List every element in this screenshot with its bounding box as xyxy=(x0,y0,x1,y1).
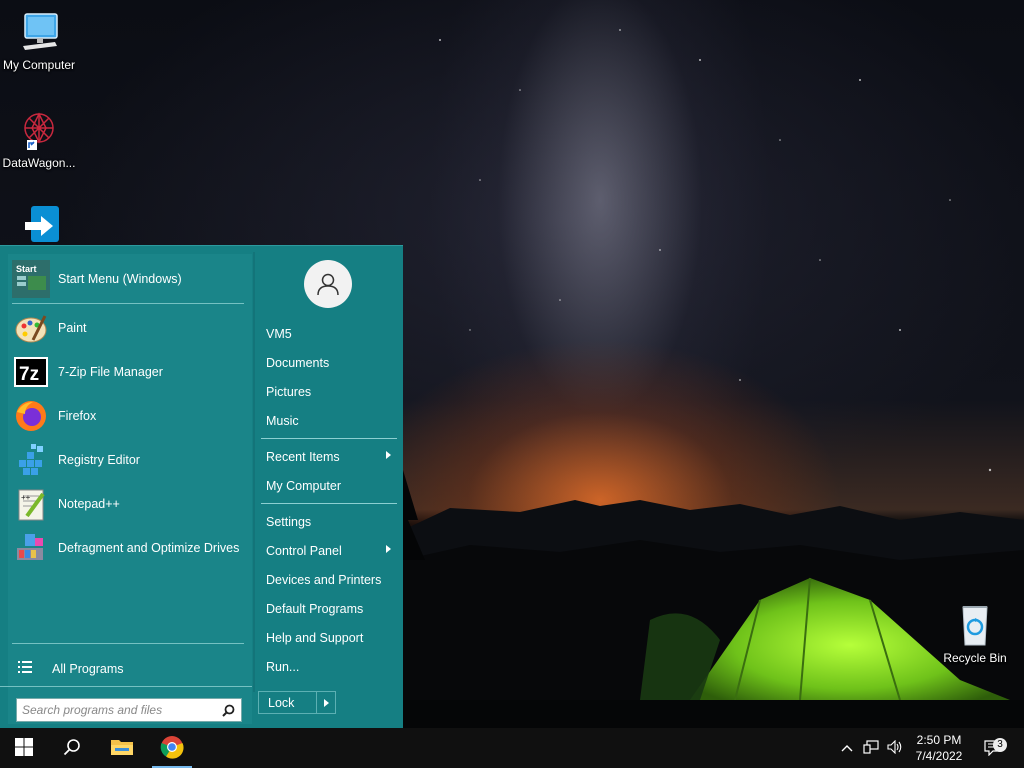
program-item-registry-editor[interactable]: Registry Editor xyxy=(12,439,248,481)
chevron-up-icon xyxy=(841,741,853,755)
start-search-box xyxy=(16,698,242,722)
right-item-label: Pictures xyxy=(266,385,312,399)
paint-palette-icon xyxy=(12,309,50,347)
right-item-label: Settings xyxy=(266,515,312,529)
action-center-button[interactable]: 3 xyxy=(978,728,1008,768)
start-menu: Start Start Menu (Windows) Paint 7z 7-Zi… xyxy=(0,245,403,728)
submenu-arrow-icon xyxy=(386,545,391,553)
start-menu-icon: Start xyxy=(12,260,50,298)
windows-logo-icon xyxy=(15,737,33,759)
pinned-item-label: Start Menu (Windows) xyxy=(58,271,182,286)
show-hidden-icons-button[interactable] xyxy=(838,728,856,768)
right-item-control-panel[interactable]: Control Panel xyxy=(259,538,397,564)
right-item-label: Recent Items xyxy=(266,450,340,464)
program-label: Paint xyxy=(58,320,87,335)
start-menu-programs-panel: Start Start Menu (Windows) Paint 7z 7-Zi… xyxy=(0,254,252,724)
program-label: Defragment and Optimize Drives xyxy=(58,540,240,555)
right-item-label: Music xyxy=(266,414,299,428)
right-item-label: Default Programs xyxy=(266,602,364,616)
right-separator xyxy=(261,438,397,439)
program-label: Notepad++ xyxy=(58,496,120,511)
user-avatar-icon[interactable] xyxy=(304,260,352,308)
program-label: Firefox xyxy=(58,408,97,423)
right-item-label: Help and Support xyxy=(266,631,364,645)
firefox-icon xyxy=(12,397,50,435)
right-item-label: VM5 xyxy=(266,327,292,341)
desktop-icon-recycle-bin[interactable]: Recycle Bin xyxy=(936,601,1014,665)
recycle-bin-icon xyxy=(951,601,999,649)
all-programs-separator xyxy=(0,686,252,687)
desktop-icon-label: DataWagon... xyxy=(2,156,76,170)
program-label: Registry Editor xyxy=(58,452,140,467)
notification-icon: 3 xyxy=(984,738,1007,757)
lock-split-divider xyxy=(316,692,317,713)
list-icon xyxy=(18,661,32,677)
right-item-label: Control Panel xyxy=(266,544,342,558)
chrome-icon xyxy=(160,735,184,762)
right-item-help-support[interactable]: Help and Support xyxy=(259,625,397,651)
svg-text:7z: 7z xyxy=(19,364,39,385)
right-item-music[interactable]: Music xyxy=(259,408,397,434)
svg-text:Start: Start xyxy=(16,264,37,274)
right-item-label: My Computer xyxy=(266,479,342,493)
file-explorer-button[interactable] xyxy=(98,728,146,768)
chrome-button[interactable] xyxy=(148,728,196,768)
monitor-icon xyxy=(15,8,63,56)
start-search-input[interactable] xyxy=(22,700,218,720)
speaker-icon xyxy=(887,739,903,757)
program-item-defragment[interactable]: Defragment and Optimize Drives xyxy=(12,527,248,569)
right-item-label: Documents xyxy=(266,356,330,370)
pinned-separator xyxy=(12,303,244,304)
7zip-icon: 7z xyxy=(12,353,50,391)
start-button[interactable] xyxy=(0,728,48,768)
lock-options-arrow-icon[interactable] xyxy=(324,698,329,707)
start-menu-divider xyxy=(253,252,255,692)
right-item-default-programs[interactable]: Default Programs xyxy=(259,596,397,622)
desktop-icon-label: My Computer xyxy=(2,58,76,72)
right-item-pictures[interactable]: Pictures xyxy=(259,379,397,405)
network-icon xyxy=(863,739,879,757)
registry-editor-icon xyxy=(12,441,50,479)
defragment-icon xyxy=(12,529,50,567)
program-label: 7-Zip File Manager xyxy=(58,364,163,379)
program-item-notepadpp[interactable]: ++ Notepad++ xyxy=(12,483,248,525)
lock-label: Lock xyxy=(268,695,295,710)
search-icon xyxy=(63,738,81,759)
right-item-label: Run... xyxy=(266,660,300,674)
lock-button[interactable]: Lock xyxy=(258,691,336,714)
notepad-plus-plus-icon: ++ xyxy=(12,485,50,523)
clock-time: 2:50 PM xyxy=(916,733,962,747)
folder-icon xyxy=(110,737,134,760)
right-item-documents[interactable]: Documents xyxy=(259,350,397,376)
datawagon-logo-icon xyxy=(15,106,63,154)
desktop-icon-label: Recycle Bin xyxy=(943,651,1007,665)
clock[interactable]: 2:50 PM 7/4/2022 xyxy=(906,732,972,764)
right-item-recent-items[interactable]: Recent Items xyxy=(259,444,397,470)
volume-button[interactable] xyxy=(884,728,906,768)
right-separator xyxy=(261,503,397,504)
program-item-paint[interactable]: Paint xyxy=(12,307,248,349)
program-item-firefox[interactable]: Firefox xyxy=(12,395,248,437)
all-programs-label: All Programs xyxy=(52,662,124,676)
taskbar: 2:50 PM 7/4/2022 3 xyxy=(0,728,1024,768)
submenu-arrow-icon xyxy=(386,451,391,459)
program-item-7zip[interactable]: 7z 7-Zip File Manager xyxy=(12,351,248,393)
notification-count-badge: 3 xyxy=(993,738,1007,752)
right-item-label: Devices and Printers xyxy=(266,573,382,587)
programs-separator xyxy=(12,643,244,644)
all-programs-button[interactable]: All Programs xyxy=(18,658,248,680)
desktop-icon-my-computer[interactable]: My Computer xyxy=(0,8,78,72)
right-item-run[interactable]: Run... xyxy=(259,654,397,680)
right-item-my-computer[interactable]: My Computer xyxy=(259,473,397,499)
network-button[interactable] xyxy=(860,728,882,768)
svg-text:++: ++ xyxy=(21,493,31,502)
right-item-user[interactable]: VM5 xyxy=(259,321,397,347)
search-button[interactable] xyxy=(48,728,96,768)
start-menu-pinned-item[interactable]: Start Start Menu (Windows) xyxy=(12,258,248,300)
right-item-settings[interactable]: Settings xyxy=(259,509,397,535)
desktop-icon-datawagon[interactable]: DataWagon... xyxy=(0,106,78,170)
clock-date: 7/4/2022 xyxy=(915,749,963,763)
search-icon[interactable] xyxy=(218,700,238,720)
right-item-devices-printers[interactable]: Devices and Printers xyxy=(259,567,397,593)
